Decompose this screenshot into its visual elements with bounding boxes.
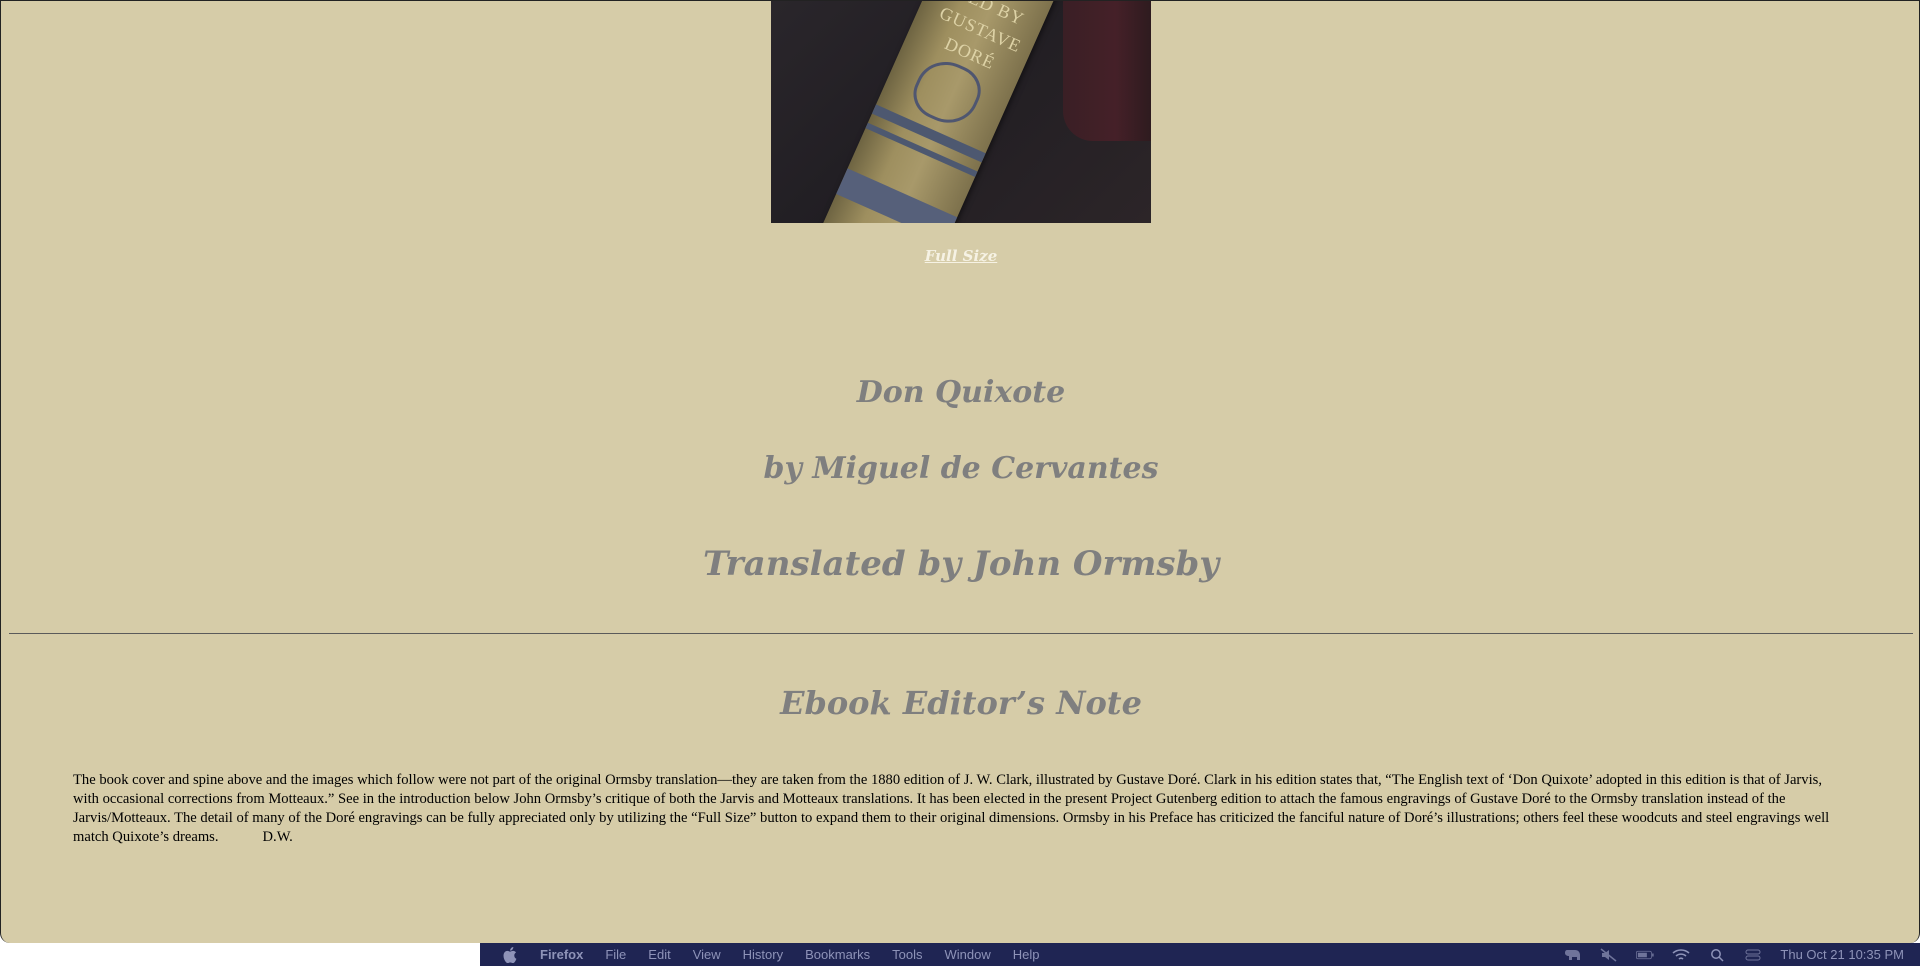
menu-window[interactable]: Window bbox=[945, 947, 991, 962]
editors-note-heading: Ebook Editor’s Note bbox=[780, 684, 1142, 722]
editors-note-signature: D.W. bbox=[262, 829, 293, 845]
book-title: Don Quixote bbox=[856, 375, 1066, 410]
book-author: by Miguel de Cervantes bbox=[763, 451, 1159, 486]
spine-band bbox=[836, 168, 958, 223]
menu-tools[interactable]: Tools bbox=[892, 947, 922, 962]
editors-note-text: The book cover and spine above and the i… bbox=[73, 772, 1830, 845]
book-spine: TED BY GUSTAVE DORÉ bbox=[819, 1, 1063, 223]
menu-history[interactable]: History bbox=[743, 947, 783, 962]
menu-help[interactable]: Help bbox=[1013, 947, 1040, 962]
book-cover-image: TED BY GUSTAVE DORÉ bbox=[771, 1, 1151, 223]
wifi-icon[interactable] bbox=[1672, 948, 1690, 962]
menu-bookmarks[interactable]: Bookmarks bbox=[805, 947, 870, 962]
apple-logo-icon[interactable] bbox=[502, 946, 518, 963]
evernote-elephant-icon[interactable] bbox=[1564, 948, 1582, 962]
battery-icon[interactable] bbox=[1636, 948, 1655, 962]
book-translator: Translated by John Ormsby bbox=[702, 544, 1220, 584]
menubar-clock[interactable]: Thu Oct 21 10:35 PM bbox=[1780, 947, 1904, 962]
control-center-icon[interactable] bbox=[1744, 948, 1762, 962]
menu-view[interactable]: View bbox=[693, 947, 721, 962]
menu-file[interactable]: File bbox=[605, 947, 626, 962]
cover-red-edge bbox=[1063, 1, 1151, 141]
horizontal-rule bbox=[9, 633, 1913, 634]
macos-menu-bar: Firefox File Edit View History Bookmarks… bbox=[480, 943, 1920, 966]
editors-note-paragraph: The book cover and spine above and the i… bbox=[73, 771, 1849, 847]
menu-app-name[interactable]: Firefox bbox=[540, 947, 583, 962]
muted-speaker-icon[interactable] bbox=[1600, 947, 1618, 962]
browser-content-area: TED BY GUSTAVE DORÉ Full Size Don Quixot… bbox=[0, 0, 1920, 943]
full-size-link[interactable]: Full Size bbox=[1, 247, 1919, 265]
menu-edit[interactable]: Edit bbox=[648, 947, 670, 962]
spotlight-search-icon[interactable] bbox=[1708, 948, 1726, 962]
